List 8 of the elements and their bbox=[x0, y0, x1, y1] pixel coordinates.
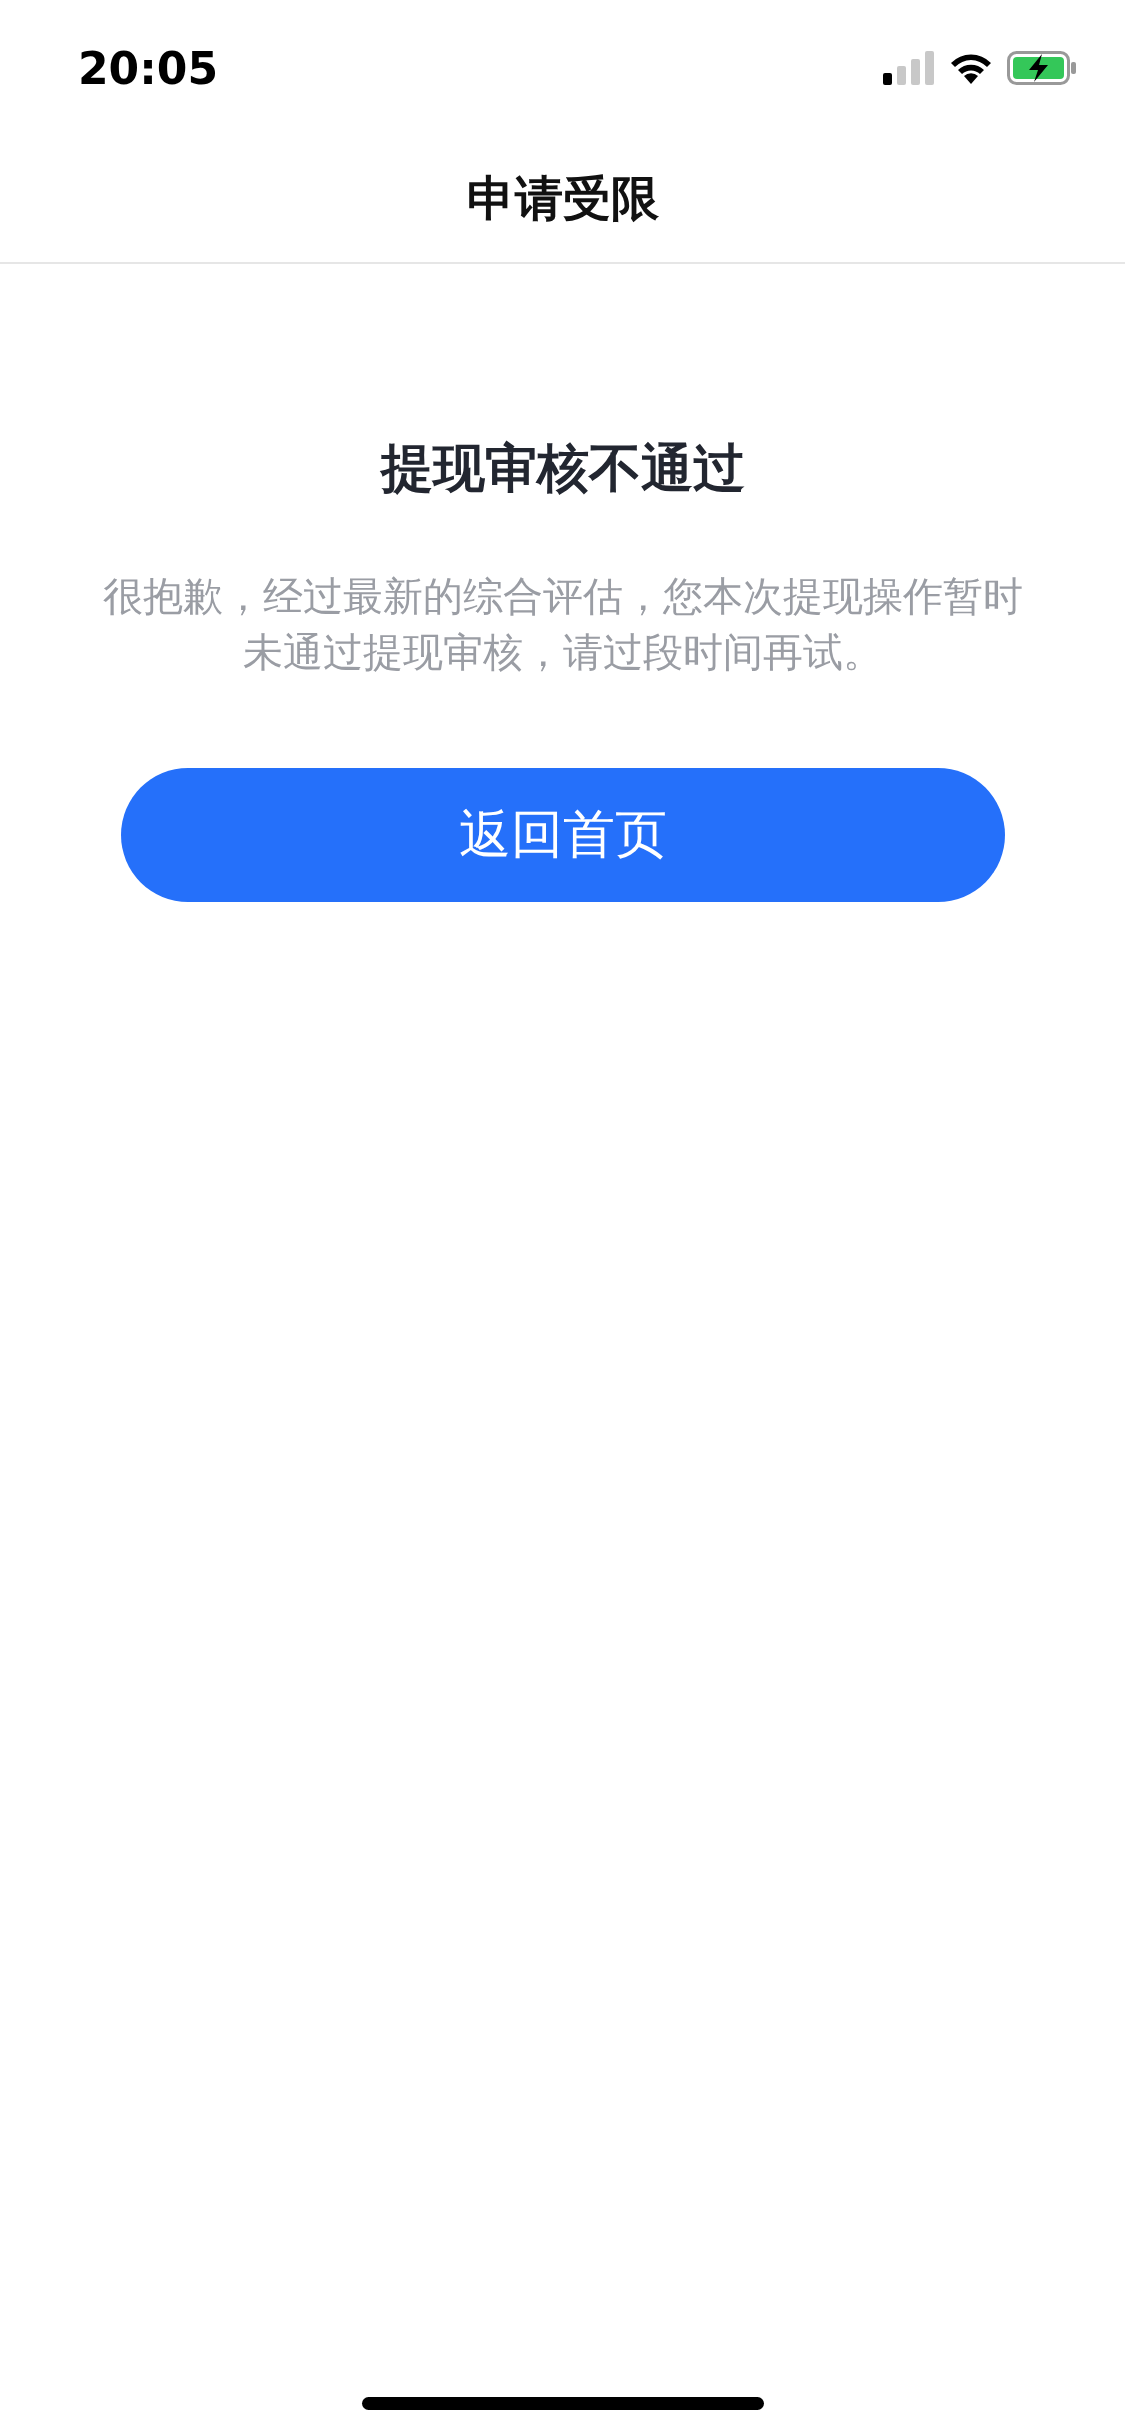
result-message: 很抱歉，经过最新的综合评估，您本次提现操作暂时未通过提现审核，请过段时间再试。 bbox=[101, 572, 1024, 677]
page-title: 申请受限 bbox=[466, 169, 659, 228]
status-time: 20:05 bbox=[78, 42, 219, 94]
wifi-icon bbox=[949, 52, 993, 84]
home-button[interactable]: 返回首页 bbox=[120, 768, 1005, 902]
battery-charging-icon bbox=[1007, 51, 1077, 85]
result-heading: 提现审核不通过 bbox=[380, 437, 745, 500]
signal-icon bbox=[883, 51, 935, 85]
